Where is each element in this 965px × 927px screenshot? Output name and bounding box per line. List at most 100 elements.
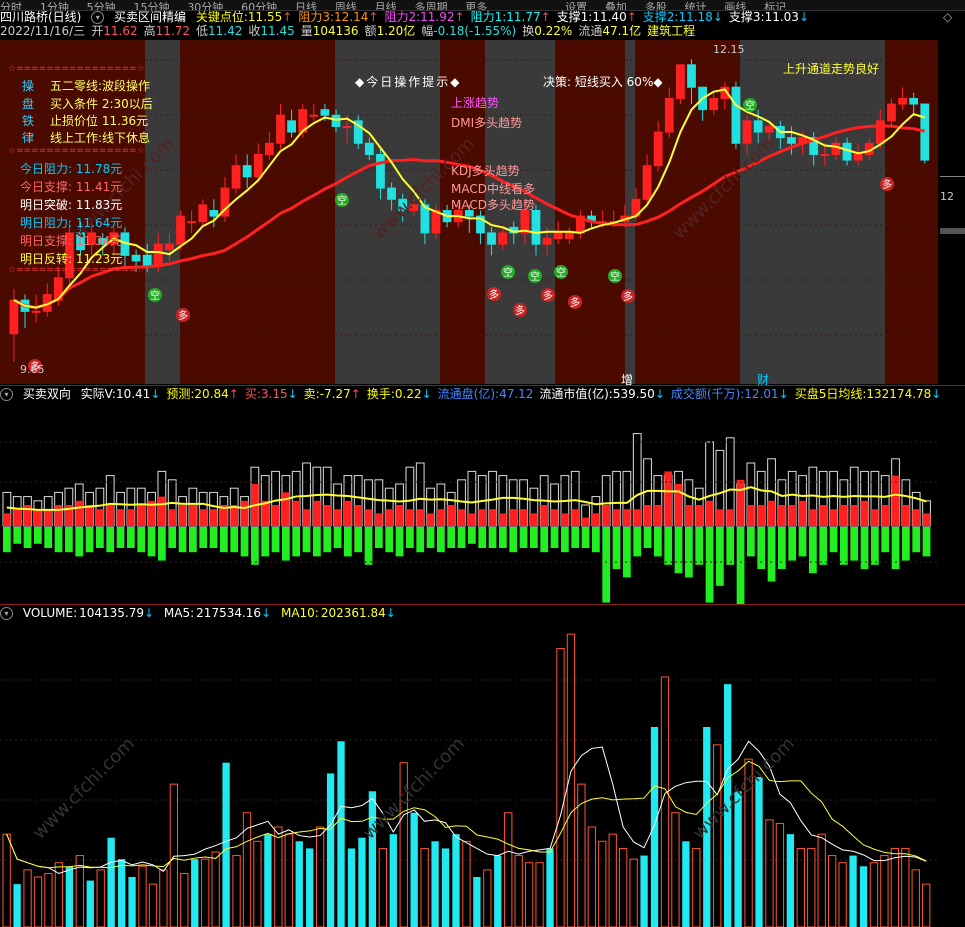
candle-body[interactable] [887,103,896,122]
buy-bar [75,500,84,526]
candle-body[interactable] [687,64,696,88]
settings-circle-icon[interactable]: ▾ [0,388,13,401]
candle-body[interactable] [165,243,174,251]
candle-body[interactable] [187,221,197,224]
candle-body[interactable] [231,165,241,189]
candle-body[interactable] [520,210,530,234]
candle-body[interactable] [287,120,296,133]
volume-bar [473,877,481,927]
sector-label[interactable]: 建筑工程 [647,24,695,38]
indicator2-pane[interactable] [0,402,938,604]
candle-body[interactable] [664,97,674,133]
signal-badge-label: 空 [503,266,513,279]
volume-bar [169,783,179,927]
candle-body[interactable] [276,114,285,144]
candle-body[interactable] [853,153,863,161]
candle-body[interactable] [653,131,663,167]
buy-bar [798,500,807,526]
diamond-icon[interactable]: ◇ [943,10,952,24]
candle-body[interactable] [787,137,796,144]
candle-body[interactable] [753,120,763,133]
candle-body[interactable] [642,165,652,200]
candle-body[interactable] [498,232,508,245]
buy-bar [499,513,507,526]
sell-bar [54,527,63,553]
buy-bar [685,505,693,526]
volume-pane[interactable]: www.cfchi.com www.cfchi.com www.cfchi.com [0,620,938,927]
sell-bar [922,527,931,557]
buy-bar [592,513,600,526]
sell-bar [437,527,445,553]
candle-body[interactable] [820,153,830,156]
level-value: 11.83元 [75,198,123,212]
buy-bar [333,509,342,526]
candle-body[interactable] [431,210,441,234]
sell-bar [767,527,776,582]
buy-bar [705,500,714,526]
level-label: 明日突破: [20,198,73,212]
candle-body[interactable] [387,187,396,200]
pane-separator [0,385,965,386]
settings-circle-icon[interactable]: ▾ [0,607,13,620]
signal-badge-label: 空 [556,266,566,279]
indicator2-name[interactable]: 买卖双向 [23,387,71,401]
settings-circle-icon[interactable]: ▾ [91,11,105,24]
high-price-mark: 12.15 [713,43,745,56]
candle-body[interactable] [831,142,841,155]
ma10-label: MA10: [280,606,319,620]
header-level-item: 支撑1:11.40 [556,10,627,24]
volume-bar [138,865,147,927]
main-chart-pane[interactable]: 空多空多空多空多空多空多空多多 www.cfchi.com www.cfchi.co… [0,40,938,387]
candle-body[interactable] [198,204,208,223]
sell-bar [519,527,528,548]
candle-body[interactable] [553,232,563,240]
candle-body[interactable] [376,153,385,189]
candle-body[interactable] [253,153,263,178]
candle-body[interactable] [153,243,163,268]
low-price-mark: 9.65 [20,363,45,376]
buy-bar [292,500,301,526]
volume-bar [2,833,11,927]
header-level-item: 支撑2:11.18 [642,10,713,24]
candle-body[interactable] [364,142,374,155]
volume-bar [682,841,690,927]
candle-body[interactable] [331,114,341,127]
candle-body[interactable] [709,97,719,111]
buy-bar [199,509,208,526]
candle-body[interactable] [9,299,19,335]
sell-bar [261,527,270,557]
candle-body[interactable] [898,97,907,105]
candle-body[interactable] [764,125,774,133]
sell-bar [75,527,84,557]
candle-body[interactable] [264,142,274,155]
volume-bar [608,833,617,927]
candle-body[interactable] [731,86,741,144]
indicator-name[interactable]: 买卖区间精编 [114,10,186,24]
sell-bar [540,527,549,553]
candle-body[interactable] [242,165,252,178]
candle-body[interactable] [542,238,552,245]
candle-body[interactable] [320,109,330,116]
candle-body[interactable] [176,215,185,245]
candle-body[interactable] [487,232,496,245]
buy-bar [344,500,352,526]
candle-body[interactable] [875,120,885,144]
candle-body[interactable] [309,114,319,117]
candle-body[interactable] [564,232,574,240]
sell-bar [747,527,755,557]
volume-bar [504,812,513,927]
sell-bar [3,527,11,553]
candle-body[interactable] [209,210,219,217]
sell-bar [685,527,693,578]
candle-body[interactable] [342,125,352,128]
candle-body[interactable] [131,254,141,262]
candle-body[interactable] [676,64,685,99]
float-label: 流通 [578,24,603,38]
buy-bar [13,509,22,526]
candle-body[interactable] [31,310,41,313]
volume-bar [629,858,638,927]
sell-bar [385,527,394,553]
candle-body[interactable] [531,210,541,245]
candle-body[interactable] [909,97,919,105]
candle-body[interactable] [742,120,752,144]
